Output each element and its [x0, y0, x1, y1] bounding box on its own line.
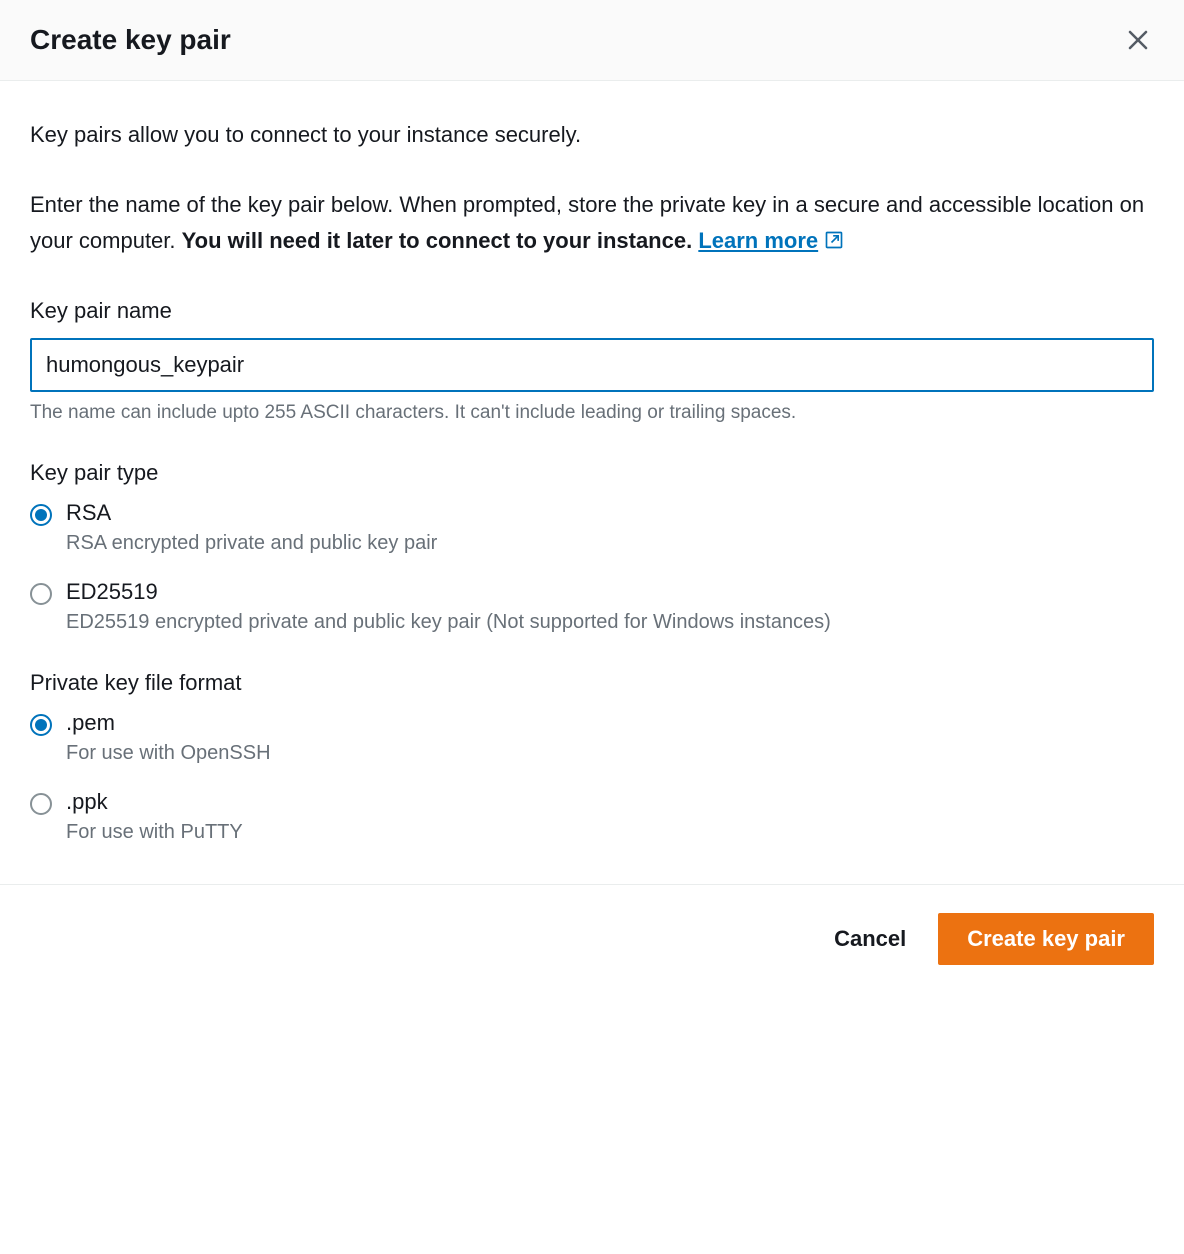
intro-line2: Enter the name of the key pair below. Wh… [30, 187, 1154, 257]
modal-title: Create key pair [30, 24, 231, 56]
modal-body: Key pairs allow you to connect to your i… [0, 81, 1184, 884]
modal-header: Create key pair [0, 0, 1184, 81]
radio-circle [30, 504, 52, 526]
key-pair-type-radio-group: RSA RSA encrypted private and public key… [30, 500, 1154, 634]
radio-description: For use with PuTTY [66, 821, 243, 844]
radio-description: RSA encrypted private and public key pai… [66, 532, 437, 555]
radio-circle [30, 714, 52, 736]
radio-description: For use with OpenSSH [66, 742, 271, 765]
private-key-format-label: Private key file format [30, 670, 1154, 696]
radio-option-rsa[interactable]: RSA RSA encrypted private and public key… [30, 500, 1154, 555]
private-key-format-section: Private key file format .pem For use wit… [30, 670, 1154, 844]
intro-line1: Key pairs allow you to connect to your i… [30, 117, 1154, 152]
intro-text: Key pairs allow you to connect to your i… [30, 117, 1154, 258]
key-pair-name-input[interactable] [30, 338, 1154, 392]
close-button[interactable] [1122, 24, 1154, 56]
radio-circle [30, 583, 52, 605]
radio-circle [30, 793, 52, 815]
key-pair-name-label: Key pair name [30, 298, 1154, 324]
radio-label: .ppk [66, 789, 243, 815]
key-pair-type-label: Key pair type [30, 460, 1154, 486]
radio-option-pem[interactable]: .pem For use with OpenSSH [30, 710, 1154, 765]
radio-label: RSA [66, 500, 437, 526]
radio-label: ED25519 [66, 579, 831, 605]
external-link-icon [824, 230, 844, 250]
close-icon [1126, 28, 1150, 52]
create-key-pair-button[interactable]: Create key pair [938, 913, 1154, 965]
learn-more-link[interactable]: Learn more [698, 223, 844, 258]
radio-label: .pem [66, 710, 271, 736]
key-pair-name-helper: The name can include upto 255 ASCII char… [30, 402, 1154, 424]
radio-option-ppk[interactable]: .ppk For use with PuTTY [30, 789, 1154, 844]
radio-option-ed25519[interactable]: ED25519 ED25519 encrypted private and pu… [30, 579, 1154, 634]
modal-footer: Cancel Create key pair [0, 884, 1184, 993]
key-pair-type-section: Key pair type RSA RSA encrypted private … [30, 460, 1154, 634]
private-key-format-radio-group: .pem For use with OpenSSH .ppk For use w… [30, 710, 1154, 844]
cancel-button[interactable]: Cancel [826, 916, 914, 962]
radio-description: ED25519 encrypted private and public key… [66, 611, 831, 634]
key-pair-name-section: Key pair name The name can include upto … [30, 298, 1154, 424]
